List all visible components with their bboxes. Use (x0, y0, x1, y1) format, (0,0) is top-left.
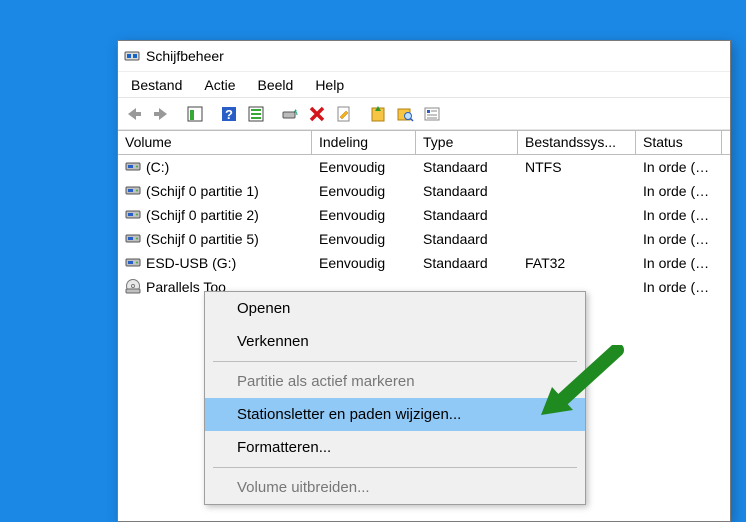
title-bar: Schijfbeheer (118, 41, 730, 71)
table-row[interactable]: ESD-USB (G:) EenvoudigStandaardFAT32In or… (118, 251, 730, 275)
context-item[interactable]: Openen (205, 292, 585, 325)
menu-file[interactable]: Bestand (119, 73, 192, 97)
volume-name: (Schijf 0 partitie 5) (146, 231, 259, 247)
toolbar: ? (118, 98, 730, 130)
cell-fs: NTFS (518, 159, 636, 175)
cell-type: Standaard (416, 183, 518, 199)
menu-bar: Bestand Actie Beeld Help (118, 71, 730, 98)
cell-status: In orde (E... (636, 207, 722, 223)
context-item[interactable]: Stationsletter en paden wijzigen... (205, 398, 585, 431)
volume-icon (125, 182, 141, 201)
col-indeling[interactable]: Indeling (312, 131, 416, 154)
table-row[interactable]: (Schijf 0 partitie 5) EenvoudigStandaard I… (118, 227, 730, 251)
context-menu: OpenenVerkennen Partitie als actief marke… (204, 291, 586, 505)
window-title: Schijfbeheer (146, 48, 224, 64)
cell-fmt: Eenvoudig (312, 255, 416, 271)
volume-icon (125, 278, 141, 297)
cell-status: In orde (O... (636, 159, 722, 175)
back-button[interactable] (121, 101, 147, 127)
volume-name: (Schijf 0 partitie 2) (146, 207, 259, 223)
app-icon (124, 48, 140, 64)
context-item: Volume uitbreiden... (205, 471, 585, 504)
help-button[interactable]: ? (216, 101, 242, 127)
column-headers: Volume Indeling Type Bestandssys... Stat… (118, 130, 730, 155)
volume-name: ESD-USB (G:) (146, 255, 236, 271)
volume-name: (C:) (146, 159, 169, 175)
cell-fs: FAT32 (518, 255, 636, 271)
cell-status: In orde (Pr... (636, 279, 722, 295)
volume-icon (125, 206, 141, 225)
properties-button[interactable] (331, 101, 357, 127)
cell-type: Standaard (416, 231, 518, 247)
cell-fmt: Eenvoudig (312, 159, 416, 175)
menu-help[interactable]: Help (303, 73, 354, 97)
volume-icon (125, 254, 141, 273)
search-volume-button[interactable] (392, 101, 418, 127)
col-fs[interactable]: Bestandssys... (518, 131, 636, 154)
table-row[interactable]: (Schijf 0 partitie 1) EenvoudigStandaard I… (118, 179, 730, 203)
refresh-button[interactable] (277, 101, 303, 127)
col-status[interactable]: Status (636, 131, 722, 154)
cell-status: In orde (A... (636, 255, 722, 271)
volume-name: (Schijf 0 partitie 1) (146, 183, 259, 199)
cell-type: Standaard (416, 159, 518, 175)
context-item[interactable]: Verkennen (205, 325, 585, 358)
options-button[interactable] (419, 101, 445, 127)
volume-icon (125, 158, 141, 177)
context-item: Partitie als actief markeren (205, 365, 585, 398)
cell-status: In orde (H... (636, 183, 722, 199)
cell-type: Standaard (416, 255, 518, 271)
context-separator (213, 467, 577, 468)
volume-icon (125, 230, 141, 249)
list-view-button[interactable] (243, 101, 269, 127)
menu-action[interactable]: Actie (192, 73, 245, 97)
delete-button[interactable] (304, 101, 330, 127)
cell-fmt: Eenvoudig (312, 231, 416, 247)
show-hide-button[interactable] (182, 101, 208, 127)
table-row[interactable]: (Schijf 0 partitie 2) EenvoudigStandaard I… (118, 203, 730, 227)
cell-fmt: Eenvoudig (312, 183, 416, 199)
table-row[interactable]: (C:) EenvoudigStandaardNTFSIn orde (O... (118, 155, 730, 179)
cell-status: In orde (H... (636, 231, 722, 247)
menu-view[interactable]: Beeld (246, 73, 304, 97)
volume-grid: Volume Indeling Type Bestandssys... Stat… (118, 130, 730, 299)
context-item[interactable]: Formatteren... (205, 431, 585, 464)
cell-fmt: Eenvoudig (312, 207, 416, 223)
col-volume[interactable]: Volume (118, 131, 312, 154)
forward-button[interactable] (148, 101, 174, 127)
new-volume-button[interactable] (365, 101, 391, 127)
svg-text:?: ? (225, 107, 233, 122)
col-type[interactable]: Type (416, 131, 518, 154)
cell-type: Standaard (416, 207, 518, 223)
context-separator (213, 361, 577, 362)
